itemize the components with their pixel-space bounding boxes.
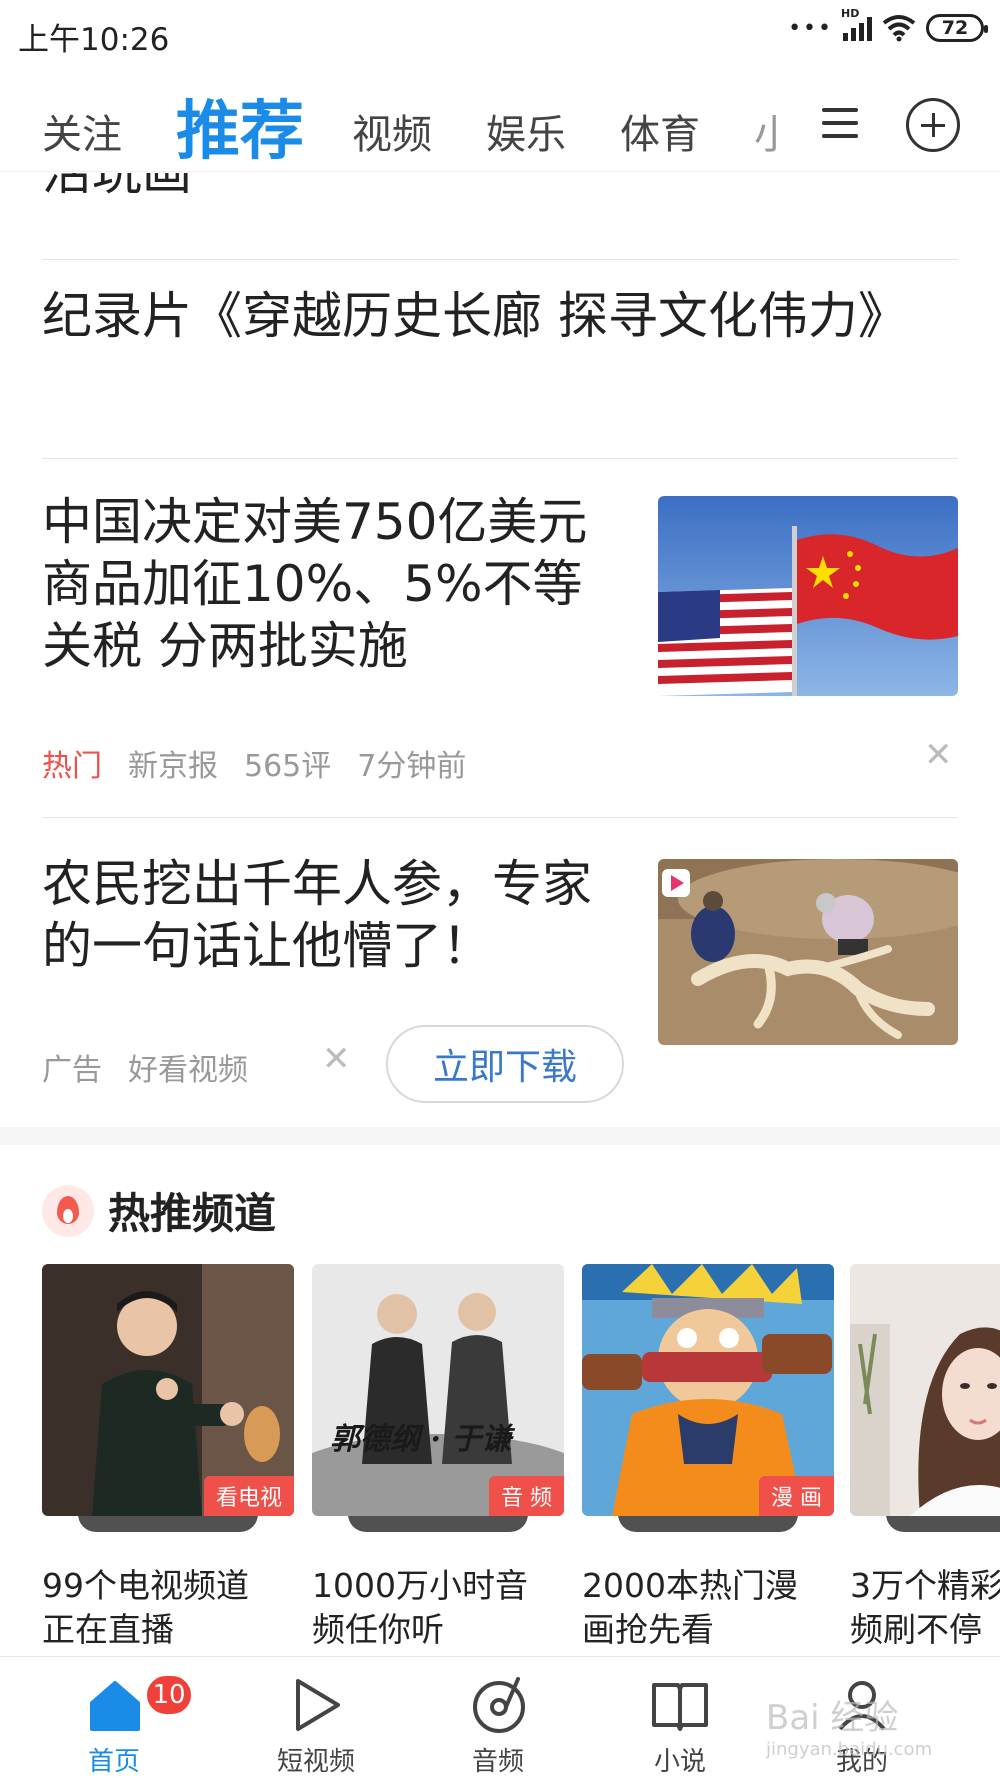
ad-thumbnail-ginseng[interactable] — [658, 859, 958, 1045]
menu-icon[interactable] — [822, 108, 858, 138]
channel-label: 1000万小时音 频任你听 — [312, 1566, 528, 1649]
comment-count: 565评 — [244, 749, 332, 784]
partial-article-title[interactable]: 活玩画 — [42, 173, 342, 221]
channel-image-comics: 漫 画 — [582, 1264, 834, 1516]
channel-card-short-video[interactable]: 3万个精彩 频刷不停 — [850, 1264, 1000, 1664]
publish-time: 7分钟前 — [357, 749, 467, 784]
nav-short-video[interactable]: 短视频 — [216, 1657, 416, 1778]
ad-title[interactable]: 农民挖出千年人参，专家的一句话让他懵了！ — [42, 853, 622, 977]
nav-label: 短视频 — [276, 1747, 355, 1777]
section-title: 热推频道 — [108, 1189, 277, 1238]
tab-sports[interactable]: 体育 — [620, 102, 700, 160]
divider — [42, 458, 958, 459]
book-icon — [652, 1683, 708, 1731]
baidu-watermark: Bai 经验 jingyan.baidu.com — [766, 1698, 933, 1760]
status-icons: ••• HD 72 — [788, 7, 988, 42]
ad-meta: 广告 好看视频 — [42, 1045, 248, 1089]
divider — [42, 259, 958, 260]
channel-image-short-video — [850, 1264, 1000, 1516]
nav-audio[interactable]: 音频 — [398, 1657, 598, 1778]
article-source: 新京报 — [128, 749, 218, 784]
signal-icon: HD — [841, 7, 872, 41]
hot-tag: 热门 — [42, 749, 102, 784]
tab-follow[interactable]: 关注 — [42, 102, 122, 160]
tab-entertainment[interactable]: 娱乐 — [486, 102, 566, 160]
nav-novel[interactable]: 小说 — [580, 1657, 780, 1778]
channel-badge: 音 频 — [489, 1476, 564, 1516]
channel-image-tv: 看电视 — [42, 1264, 294, 1516]
crosstalk-image-text: 郭德纲 · 于谦 — [330, 1422, 512, 1457]
home-icon — [90, 1681, 140, 1731]
nav-label: 音频 — [471, 1747, 524, 1777]
girl-portrait-image — [850, 1264, 1000, 1516]
card-shadow — [886, 1514, 1000, 1532]
tab-recommend[interactable]: 推荐 — [176, 80, 304, 172]
channel-card-comics[interactable]: 漫 画 2000本热门漫 画抢先看 — [582, 1264, 834, 1649]
download-button[interactable]: 立即下载 — [386, 1025, 624, 1103]
channel-card-tv[interactable]: 看电视 99个电视频道 正在直播 — [42, 1264, 294, 1649]
card-shadow — [618, 1514, 798, 1532]
article-title[interactable]: 中国决定对美750亿美元商品加征10%、5%不等关税 分两批实施 — [42, 491, 632, 677]
channel-label: 3万个精彩 频刷不停 — [850, 1566, 1000, 1649]
wifi-icon — [882, 15, 916, 42]
fire-icon — [42, 1184, 94, 1237]
channel-label: 2000本热门漫 画抢先看 — [582, 1566, 798, 1649]
play-icon — [296, 1679, 340, 1731]
music-disc-icon — [473, 1677, 525, 1733]
card-shadow — [78, 1514, 258, 1532]
nav-home[interactable]: 10 首页 — [14, 1657, 214, 1778]
ginseng-image — [658, 859, 958, 1045]
battery-icon: 72 — [926, 14, 988, 42]
channel-card-audio[interactable]: 郭德纲 · 于谦 音 频 1000万小时音 频任你听 — [312, 1264, 564, 1649]
channel-badge: 漫 画 — [759, 1476, 834, 1516]
dismiss-close-icon[interactable]: ✕ — [924, 735, 953, 775]
hot-channels-header: 热推频道 — [42, 1180, 276, 1241]
tab-more-partial[interactable]: 小 — [754, 102, 778, 160]
divider — [42, 817, 958, 818]
hd-label: HD — [841, 7, 860, 20]
channel-tabs: 关注 推荐 视频 娱乐 体育 小 — [0, 72, 1000, 172]
more-dots-icon: ••• — [788, 15, 833, 41]
add-channel-icon[interactable] — [906, 98, 960, 152]
section-separator — [0, 1127, 1000, 1145]
nav-label: 首页 — [87, 1747, 140, 1777]
channel-label: 99个电视频道 正在直播 — [42, 1566, 249, 1649]
article-title[interactable]: 纪录片《穿越历史长廊 探寻文化伟力》 — [42, 285, 958, 347]
article-meta: 热门 新京报 565评 7分钟前 — [42, 741, 466, 785]
ad-source: 好看视频 — [128, 1053, 248, 1088]
nav-label: 小说 — [653, 1747, 706, 1777]
card-shadow — [348, 1514, 528, 1532]
flags-image — [658, 496, 958, 696]
ad-close-icon[interactable]: ✕ — [322, 1039, 351, 1079]
notification-badge: 10 — [144, 1673, 194, 1717]
channel-badge: 看电视 — [203, 1476, 294, 1516]
article-thumbnail-flags[interactable] — [658, 496, 958, 696]
tab-video[interactable]: 视频 — [352, 102, 432, 160]
status-bar: 上午10:26 ••• HD 72 — [0, 0, 1000, 72]
channel-image-audio: 郭德纲 · 于谦 音 频 — [312, 1264, 564, 1516]
ad-tag: 广告 — [42, 1053, 102, 1088]
status-time: 上午10:26 — [18, 22, 170, 58]
